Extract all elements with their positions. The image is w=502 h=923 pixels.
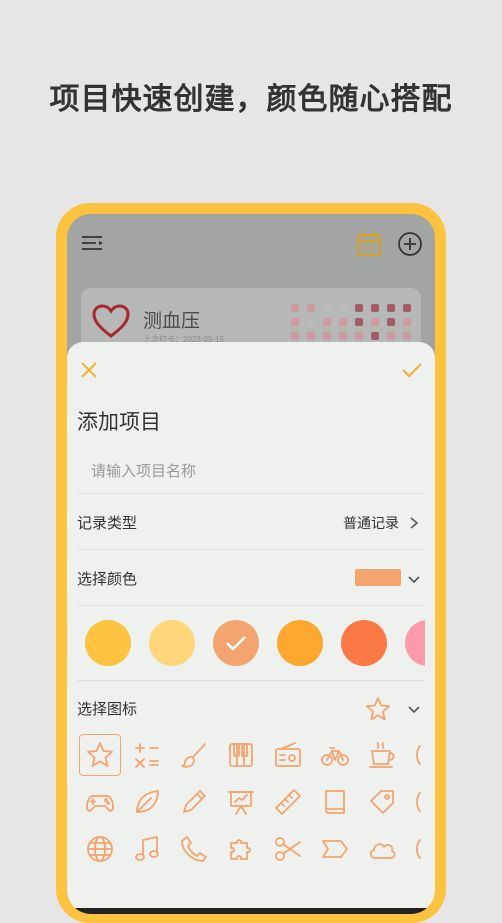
chevron-right-icon: [409, 516, 419, 535]
partial-icon[interactable]: [408, 828, 435, 870]
partial-icon[interactable]: [408, 734, 435, 776]
icon-select-label: 选择图标: [77, 701, 138, 718]
calculator-icon[interactable]: [126, 734, 168, 776]
puzzle-icon[interactable]: [220, 828, 262, 870]
globe-icon[interactable]: [79, 828, 121, 870]
checkin-dot: [403, 318, 411, 326]
checkin-dot: [323, 304, 331, 312]
music-note-icon[interactable]: [126, 828, 168, 870]
record-type-value: 普通记录: [343, 515, 399, 531]
close-icon[interactable]: [79, 360, 99, 380]
leaf-icon[interactable]: [126, 781, 168, 823]
check-icon[interactable]: [401, 360, 423, 380]
checkin-dot: [291, 318, 299, 326]
record-type-row[interactable]: 记录类型 普通记录: [77, 494, 425, 550]
checkin-dot: [387, 332, 395, 340]
brush-icon[interactable]: [173, 734, 215, 776]
color-swatch-list: [77, 606, 425, 681]
checkin-dot: [339, 332, 347, 340]
color-swatch[interactable]: [341, 620, 387, 666]
checkin-dot: [339, 318, 347, 326]
heart-icon: [91, 302, 131, 342]
checkin-dot: [291, 304, 299, 312]
project-name-input[interactable]: [77, 450, 425, 494]
color-select-label: 选择颜色: [77, 571, 138, 588]
checkin-dot: [387, 318, 395, 326]
phone-screen: 测血压 上次打卡：2023-05-15 添加项目 记录类型 普通记录 选择颜色: [67, 214, 435, 914]
color-swatch[interactable]: [277, 620, 323, 666]
color-swatch[interactable]: [405, 620, 425, 666]
cloud-icon[interactable]: [361, 828, 403, 870]
checkin-dot: [339, 304, 347, 312]
checkin-dot: [355, 332, 363, 340]
color-swatch[interactable]: [149, 620, 195, 666]
checkin-dot: [307, 332, 315, 340]
color-select-row[interactable]: 选择颜色: [77, 550, 425, 606]
checkin-dot: [307, 318, 315, 326]
checkin-dot: [323, 332, 331, 340]
page-headline: 项目快速创建，颜色随心搭配: [49, 83, 453, 116]
add-project-sheet: 添加项目 记录类型 普通记录 选择颜色 选择图标: [67, 342, 435, 914]
coffee-cup-icon[interactable]: [361, 734, 403, 776]
icon-select-row[interactable]: 选择图标: [77, 680, 425, 736]
sheet-title: 添加项目: [77, 411, 161, 434]
label-arrow-icon[interactable]: [314, 828, 356, 870]
pencil-icon[interactable]: [173, 781, 215, 823]
checkin-dot: [307, 304, 315, 312]
checkin-dot: [355, 318, 363, 326]
scissors-icon[interactable]: [267, 828, 309, 870]
radio-icon[interactable]: [267, 734, 309, 776]
phone-icon[interactable]: [173, 828, 215, 870]
ruler-icon[interactable]: [267, 781, 309, 823]
gamepad-icon[interactable]: [79, 781, 121, 823]
checkin-dot: [371, 304, 379, 312]
checkin-dot: [291, 332, 299, 340]
presentation-icon[interactable]: [220, 781, 262, 823]
chevron-down-icon[interactable]: [407, 702, 421, 720]
plus-circle-icon[interactable]: [397, 231, 423, 257]
bottom-edge: [67, 908, 435, 914]
piano-icon[interactable]: [220, 734, 262, 776]
book-icon[interactable]: [314, 781, 356, 823]
checkin-dot: [403, 304, 411, 312]
calendar-icon[interactable]: [355, 230, 383, 258]
bicycle-icon[interactable]: [314, 734, 356, 776]
card-title: 测血压: [143, 311, 201, 332]
checkin-dot: [403, 332, 411, 340]
chevron-down-icon[interactable]: [407, 572, 421, 590]
color-swatch[interactable]: [85, 620, 131, 666]
checkin-dot: [355, 304, 363, 312]
tag-icon[interactable]: [361, 781, 403, 823]
star-icon: [365, 696, 391, 727]
checkin-dot: [387, 304, 395, 312]
check-icon: [226, 636, 246, 651]
record-type-label: 记录类型: [77, 515, 138, 532]
checkin-dot: [371, 318, 379, 326]
menu-icon[interactable]: [81, 234, 105, 254]
selected-color-preview: [355, 569, 401, 586]
checkin-dot: [371, 332, 379, 340]
partial-icon[interactable]: [408, 781, 435, 823]
star-icon[interactable]: [79, 734, 121, 776]
checkin-dot: [323, 318, 331, 326]
icon-picker-grid: [79, 734, 435, 914]
color-swatch[interactable]: [213, 620, 259, 666]
